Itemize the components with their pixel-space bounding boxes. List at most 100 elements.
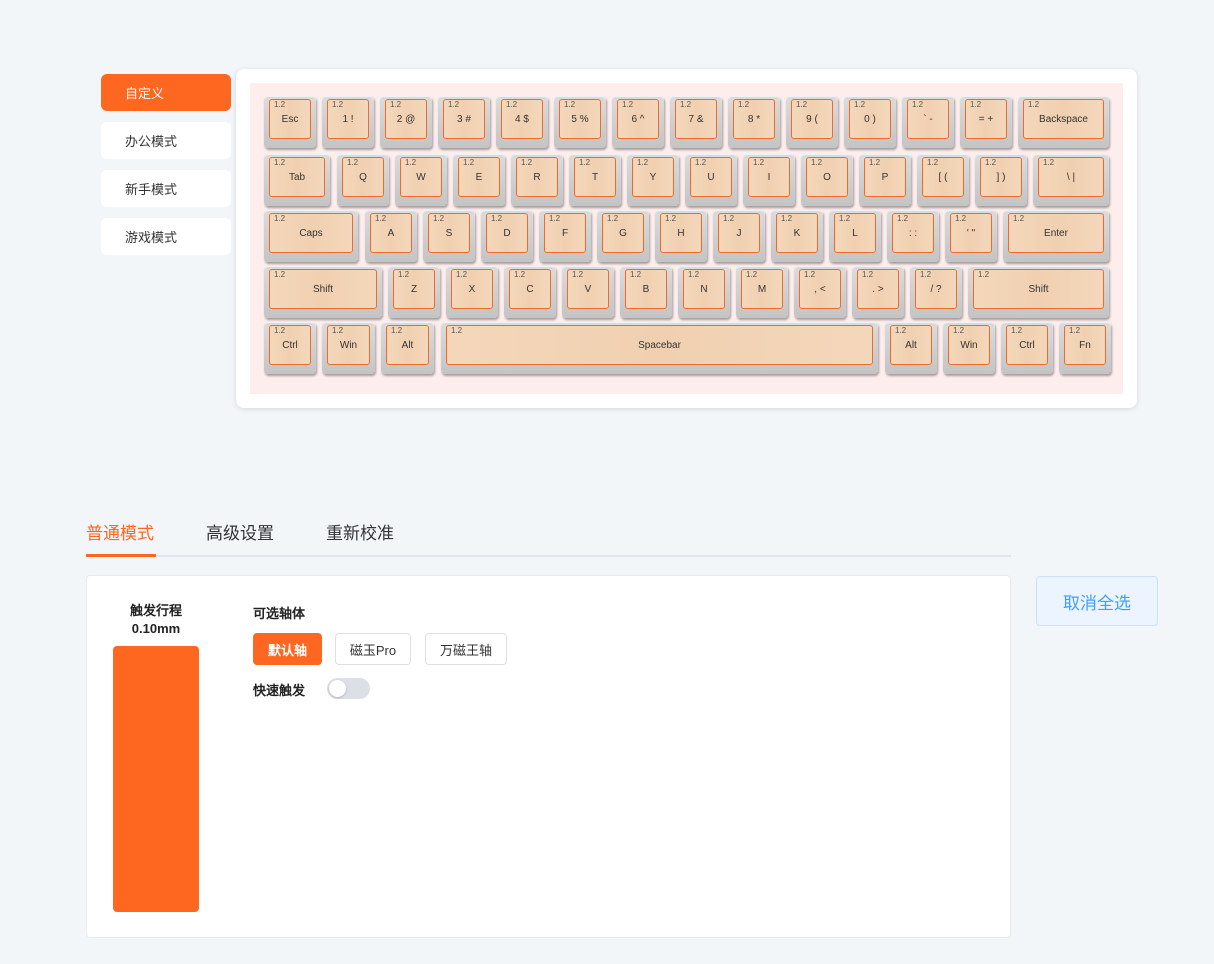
key-w[interactable]: 1.2 W bbox=[395, 154, 447, 206]
key-t[interactable]: 1.2 T bbox=[569, 154, 621, 206]
key-j[interactable]: 1.2 J bbox=[713, 210, 765, 262]
key-ctrl[interactable]: 1.2 Ctrl bbox=[264, 322, 316, 374]
key-z[interactable]: 1.2 Z bbox=[388, 266, 440, 318]
key-2[interactable]: 1.2 2 @ bbox=[380, 96, 432, 148]
keycap: 1.2 O bbox=[806, 157, 848, 197]
key-6[interactable]: 1.2 6 ^ bbox=[612, 96, 664, 148]
key-actuation-value: 1.2 bbox=[579, 158, 591, 167]
key-label: Alt bbox=[905, 339, 917, 351]
key-r[interactable]: 1.2 R bbox=[511, 154, 563, 206]
key-actuation-value: 1.2 bbox=[862, 270, 874, 279]
key-q[interactable]: 1.2 Q bbox=[337, 154, 389, 206]
key-symbol[interactable]: 1.2 [ ( bbox=[917, 154, 969, 206]
key-symbol[interactable]: 1.2 . > bbox=[852, 266, 904, 318]
key-esc[interactable]: 1.2 Esc bbox=[264, 96, 316, 148]
key-actuation-value: 1.2 bbox=[869, 158, 881, 167]
key-9[interactable]: 1.2 9 ( bbox=[786, 96, 838, 148]
key-5[interactable]: 1.2 5 % bbox=[554, 96, 606, 148]
keycap: 1.2 H bbox=[660, 213, 702, 253]
key-label: Y bbox=[649, 171, 657, 183]
key-alt[interactable]: 1.2 Alt bbox=[885, 322, 937, 374]
key-symbol[interactable]: 1.2 / ? bbox=[910, 266, 962, 318]
key-f[interactable]: 1.2 F bbox=[539, 210, 591, 262]
key-y[interactable]: 1.2 Y bbox=[627, 154, 679, 206]
key-label: 4 $ bbox=[515, 113, 529, 125]
key-label: T bbox=[591, 171, 599, 183]
settings-panel: 触发行程 0.10mm 可选轴体 默认轴 磁玉Pro 万磁王轴 快速触发 bbox=[86, 575, 1011, 938]
key-label: 7 & bbox=[688, 113, 704, 125]
key-d[interactable]: 1.2 D bbox=[481, 210, 533, 262]
key-k[interactable]: 1.2 K bbox=[771, 210, 823, 262]
toggle-knob bbox=[329, 680, 346, 697]
rapid-trigger-toggle[interactable] bbox=[327, 678, 370, 699]
key-g[interactable]: 1.2 G bbox=[597, 210, 649, 262]
key-h[interactable]: 1.2 H bbox=[655, 210, 707, 262]
key-win[interactable]: 1.2 Win bbox=[322, 322, 375, 374]
key-alt[interactable]: 1.2 Alt bbox=[381, 322, 434, 374]
key-b[interactable]: 1.2 B bbox=[620, 266, 672, 318]
key-caps[interactable]: 1.2 Caps bbox=[264, 210, 358, 262]
switch-default-button[interactable]: 默认轴 bbox=[253, 633, 322, 665]
key-label: A bbox=[387, 227, 395, 239]
key-v[interactable]: 1.2 V bbox=[562, 266, 614, 318]
key-symbol[interactable]: 1.2 , < bbox=[794, 266, 846, 318]
key-i[interactable]: 1.2 I bbox=[743, 154, 795, 206]
key-symbol[interactable]: 1.2 ' " bbox=[945, 210, 997, 262]
key-l[interactable]: 1.2 L bbox=[829, 210, 881, 262]
deselect-all-button[interactable]: 取消全选 bbox=[1036, 576, 1158, 626]
key-3[interactable]: 1.2 3 # bbox=[438, 96, 490, 148]
key-label: Ctrl bbox=[282, 339, 298, 351]
key-label: R bbox=[533, 171, 541, 183]
switch-ciyu-pro-button[interactable]: 磁玉Pro bbox=[335, 633, 411, 665]
keycap: 1.2 Z bbox=[393, 269, 435, 309]
mode-gaming[interactable]: 游戏模式 bbox=[101, 218, 231, 255]
tab-advanced-settings[interactable]: 高级设置 bbox=[206, 519, 278, 557]
key-actuation-value: 1.2 bbox=[491, 214, 503, 223]
key-label: C bbox=[526, 283, 534, 295]
key-m[interactable]: 1.2 M bbox=[736, 266, 788, 318]
key-e[interactable]: 1.2 E bbox=[453, 154, 505, 206]
key-symbol[interactable]: 1.2] ) bbox=[975, 154, 1027, 206]
key-0[interactable]: 1.2 0 ) bbox=[844, 96, 896, 148]
keycap: 1.2 / ? bbox=[915, 269, 957, 309]
key-s[interactable]: 1.2 S bbox=[423, 210, 475, 262]
key-o[interactable]: 1.2 O bbox=[801, 154, 853, 206]
mode-custom[interactable]: 自定义 bbox=[101, 74, 231, 111]
key-enter[interactable]: 1.2 Enter bbox=[1003, 210, 1109, 262]
tab-recalibrate[interactable]: 重新校准 bbox=[326, 519, 398, 557]
travel-slider[interactable] bbox=[113, 646, 199, 912]
key-c[interactable]: 1.2 C bbox=[504, 266, 556, 318]
tab-normal-mode[interactable]: 普通模式 bbox=[86, 519, 156, 557]
key-x[interactable]: 1.2 X bbox=[446, 266, 498, 318]
key-win[interactable]: 1.2 Win bbox=[943, 322, 995, 374]
key-label: H bbox=[677, 227, 685, 239]
key-actuation-value: 1.2 bbox=[895, 326, 907, 335]
key-7[interactable]: 1.2 7 & bbox=[670, 96, 722, 148]
key-u[interactable]: 1.2 U bbox=[685, 154, 737, 206]
key-shift[interactable]: 1.2 Shift bbox=[264, 266, 382, 318]
key-fn[interactable]: 1.2 Fn bbox=[1059, 322, 1111, 374]
key-p[interactable]: 1.2 P bbox=[859, 154, 911, 206]
key-shift[interactable]: 1.2 Shift bbox=[968, 266, 1109, 318]
keycap: 1.2 5 % bbox=[559, 99, 601, 139]
key-a[interactable]: 1.2 A bbox=[365, 210, 417, 262]
key-symbol[interactable]: 1.2 = + bbox=[960, 96, 1012, 148]
key-ctrl[interactable]: 1.2 Ctrl bbox=[1001, 322, 1053, 374]
key-tab[interactable]: 1.2 Tab bbox=[264, 154, 330, 206]
key-label: D bbox=[503, 227, 511, 239]
key-symbol[interactable]: 1.2 ` - bbox=[902, 96, 954, 148]
key-actuation-value: 1.2 bbox=[897, 214, 909, 223]
key-spacebar[interactable]: 1.2 Spacebar bbox=[441, 322, 878, 374]
key-1[interactable]: 1.2 1 ! bbox=[322, 96, 374, 148]
key-actuation-value: 1.2 bbox=[970, 100, 982, 109]
key-symbol[interactable]: 1.2: : bbox=[887, 210, 939, 262]
key-backspace[interactable]: 1.2 Backspace bbox=[1018, 96, 1109, 148]
mode-office[interactable]: 办公模式 bbox=[101, 122, 231, 159]
switch-wancizhi-button[interactable]: 万磁王轴 bbox=[425, 633, 507, 665]
key-symbol[interactable]: 1.2 \ | bbox=[1033, 154, 1109, 206]
key-8[interactable]: 1.2 8 * bbox=[728, 96, 780, 148]
keycap: 1.2 . > bbox=[857, 269, 899, 309]
mode-beginner[interactable]: 新手模式 bbox=[101, 170, 231, 207]
key-n[interactable]: 1.2 N bbox=[678, 266, 730, 318]
key-4[interactable]: 1.2 4 $ bbox=[496, 96, 548, 148]
